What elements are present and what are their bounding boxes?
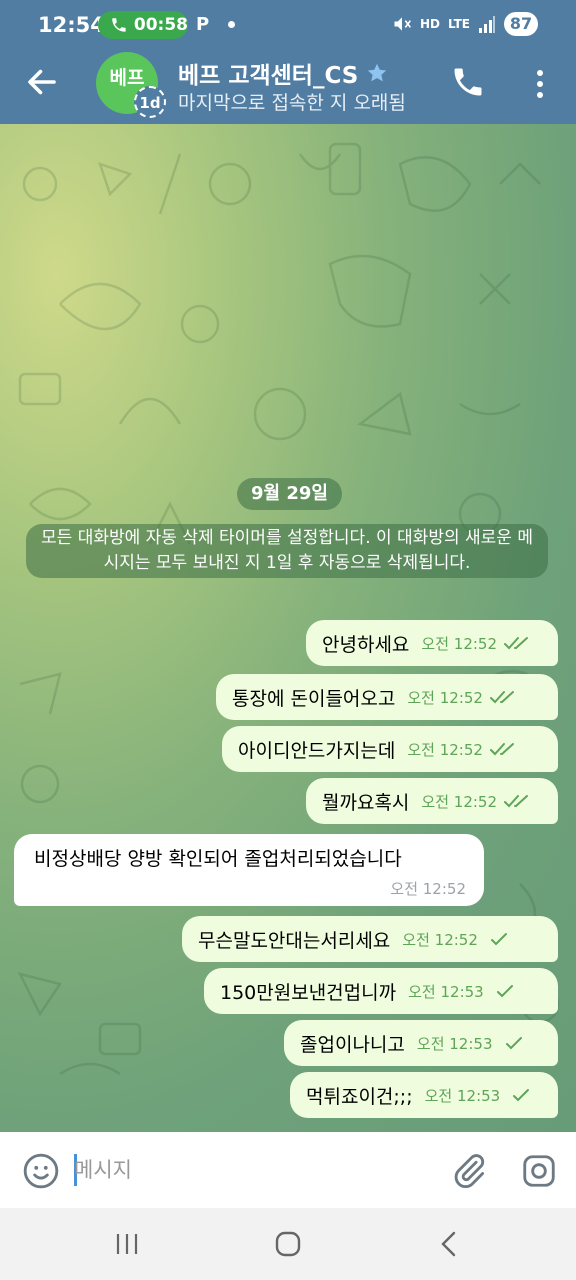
check-icon <box>505 1037 522 1050</box>
more-options-icon[interactable] <box>528 66 552 102</box>
status-time: 12:54 <box>38 13 105 37</box>
date-separator: 9월 29일 <box>237 478 342 510</box>
phone-icon[interactable] <box>450 64 486 100</box>
outgoing-message[interactable]: 뭘까요혹시 오전 12:52 <box>306 778 558 824</box>
double-check-icon <box>489 691 514 704</box>
camera-icon[interactable] <box>520 1152 558 1190</box>
status-icons: HD LTE 87 <box>392 12 538 36</box>
lte-icon: LTE <box>447 17 470 31</box>
battery-icon: 87 <box>504 12 538 36</box>
recent-apps-icon[interactable] <box>112 1230 142 1258</box>
notification-dot-icon <box>228 21 235 28</box>
parking-app-icon: P <box>196 14 210 35</box>
message-time: 오전 12:53 <box>416 1034 493 1053</box>
system-navigation-bar <box>0 1208 576 1280</box>
message-input-bar <box>0 1132 576 1208</box>
status-bar: 12:54 00:58 P HD LTE 87 <box>0 0 576 50</box>
mute-icon <box>394 17 411 31</box>
nav-back-icon[interactable] <box>436 1228 462 1260</box>
last-seen-status: 마지막으로 접속한 지 오래됨 <box>178 92 406 114</box>
message-text: 뭘까요혹시 <box>322 791 410 814</box>
message-time: 오전 12:52 <box>421 792 498 811</box>
message-time: 오전 12:52 <box>407 740 483 759</box>
star-icon <box>368 63 387 82</box>
phone-call-icon <box>112 18 126 32</box>
ongoing-call-pill[interactable]: 00:58 <box>98 11 188 39</box>
message-time: 오전 12:52 <box>421 634 498 653</box>
outgoing-message[interactable]: 졸업이나니고 오전 12:53 <box>284 1020 558 1066</box>
message-time: 오전 12:53 <box>424 1086 501 1105</box>
hd-voice-icon: HD <box>419 17 440 31</box>
auto-delete-service-message: 모든 대화방에 자동 삭제 타이머를 설정합니다. 이 대화방의 새로운 메시지… <box>26 524 548 578</box>
outgoing-message[interactable]: 먹튀죠이건;;; 오전 12:53 <box>290 1072 558 1118</box>
back-arrow-icon[interactable] <box>24 64 60 100</box>
check-icon <box>490 933 507 946</box>
double-check-icon <box>504 637 529 650</box>
message-text: 졸업이나니고 <box>300 1033 405 1056</box>
message-time: 오전 12:52 <box>407 688 483 707</box>
message-text: 비정상배당 양방 확인되어 졸업처리되었습니다 <box>34 848 402 870</box>
chat-header: 베프 1d 베프 고객센터_CS 마지막으로 접속한 지 오래됨 <box>0 50 576 124</box>
message-time: 오전 12:52 <box>402 930 478 949</box>
outgoing-message[interactable]: 무슨말도안대는서리세요 오전 12:52 <box>182 916 558 962</box>
chat-area[interactable]: 9월 29일 모든 대화방에 자동 삭제 타이머를 설정합니다. 이 대화방의 … <box>0 124 576 1132</box>
attach-icon[interactable] <box>450 1152 488 1190</box>
double-check-icon <box>489 743 514 756</box>
outgoing-message[interactable]: 통장에 돈이들어오고 오전 12:52 <box>216 674 558 720</box>
message-text: 통장에 돈이들어오고 <box>232 687 396 710</box>
message-time: 오전 12:52 <box>390 880 466 898</box>
signal-icon <box>479 16 495 33</box>
outgoing-message[interactable]: 안녕하세요 오전 12:52 <box>306 620 558 666</box>
message-time: 오전 12:53 <box>408 982 484 1001</box>
message-text: 안녕하세요 <box>322 633 410 656</box>
double-check-icon <box>504 795 529 808</box>
outgoing-message[interactable]: 150만원보낸건멉니까 오전 12:53 <box>204 968 558 1014</box>
message-text: 무슨말도안대는서리세요 <box>198 929 391 952</box>
message-text: 아이디안드가지는데 <box>238 739 396 762</box>
message-text: 150만원보낸건멉니까 <box>220 981 397 1004</box>
emoji-icon[interactable] <box>22 1152 60 1190</box>
auto-delete-timer-badge: 1d <box>134 86 166 118</box>
chat-title-row[interactable]: 베프 고객센터_CS <box>178 56 388 90</box>
call-duration: 00:58 <box>133 15 188 35</box>
chat-title: 베프 고객센터_CS <box>178 63 359 89</box>
check-icon <box>496 985 513 998</box>
incoming-message[interactable]: 비정상배당 양방 확인되어 졸업처리되었습니다 오전 12:52 <box>14 834 484 906</box>
outgoing-message[interactable]: 아이디안드가지는데 오전 12:52 <box>222 726 558 772</box>
home-icon[interactable] <box>272 1228 304 1260</box>
check-icon <box>513 1089 530 1102</box>
message-text: 먹튀죠이건;;; <box>306 1085 413 1108</box>
message-input[interactable] <box>74 1150 434 1190</box>
